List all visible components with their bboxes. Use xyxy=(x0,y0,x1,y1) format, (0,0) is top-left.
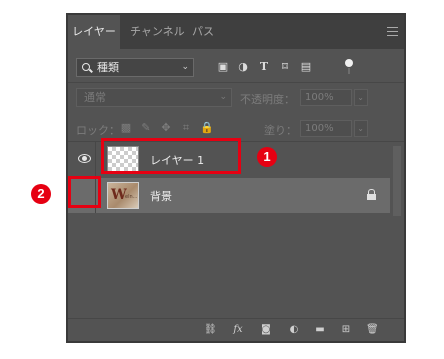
filter-kind-select[interactable]: 種類 ⌄ xyxy=(76,58,194,77)
divider xyxy=(68,82,404,83)
folder-icon[interactable]: ▬ xyxy=(314,324,326,336)
annotation-badge-2: 2 xyxy=(31,184,51,204)
layers-scrollbar[interactable] xyxy=(390,142,404,322)
lock-label: ロック： xyxy=(76,124,120,137)
lock-transparent-icon[interactable]: ▩ xyxy=(120,122,132,134)
pixel-filter-icon[interactable]: ▣ xyxy=(217,61,229,73)
chevron-down-icon: ⌄ xyxy=(219,92,227,102)
layers-bottom-bar: ⛓ fx ◙ ◐ ▬ ⊞ 🗑 xyxy=(68,319,404,341)
eye-icon xyxy=(78,154,91,163)
filter-toggle[interactable] xyxy=(345,59,353,75)
fx-icon[interactable]: fx xyxy=(232,324,244,336)
lock-brush-icon[interactable]: ✎ xyxy=(140,122,152,134)
lock-icon[interactable] xyxy=(367,189,376,200)
visibility-toggle[interactable] xyxy=(68,142,96,177)
scroll-thumb[interactable] xyxy=(393,146,401,216)
highlight-layer-1 xyxy=(101,138,241,174)
smart-object-filter-icon[interactable]: ▤ xyxy=(300,61,312,73)
opacity-dropdown[interactable]: ⌄ xyxy=(354,89,368,106)
layers-panel: レイヤー チャンネル パス 種類 ⌄ ▣ ◑ T ⌑ ▤ 通常 ⌄ 不透明度： … xyxy=(66,13,406,343)
opacity-input[interactable]: 100% xyxy=(300,89,352,106)
chevron-down-icon: ⌄ xyxy=(181,62,189,72)
lock-all-icon[interactable]: 🔒 xyxy=(200,122,214,134)
fill-input[interactable]: 100% xyxy=(300,120,352,137)
hamburger-icon[interactable] xyxy=(387,27,398,36)
tab-paths[interactable]: パス xyxy=(192,15,214,49)
type-filter-icon[interactable]: T xyxy=(258,61,270,73)
blend-mode-select[interactable]: 通常 ⌄ xyxy=(76,88,232,107)
link-icon[interactable]: ⛓ xyxy=(204,324,217,336)
lock-move-icon[interactable]: ✥ xyxy=(160,122,172,134)
panel-tab-bar: レイヤー チャンネル パス xyxy=(68,15,404,49)
layer-name: 背景 xyxy=(150,190,172,203)
fill-dropdown[interactable]: ⌄ xyxy=(354,120,368,137)
tab-channels[interactable]: チャンネル xyxy=(130,15,185,49)
opacity-label: 不透明度： xyxy=(240,93,295,106)
highlight-visibility xyxy=(68,176,101,208)
mask-icon[interactable]: ◙ xyxy=(260,324,272,336)
annotation-badge-1: 1 xyxy=(257,147,277,167)
search-icon xyxy=(82,63,90,71)
blend-mode-value: 通常 xyxy=(84,91,106,104)
chevron-down-icon: ⌄ xyxy=(357,93,364,102)
layer-thumbnail: Weln... xyxy=(107,182,139,209)
trash-icon[interactable]: 🗑 xyxy=(366,324,379,336)
filter-kind-value: 種類 xyxy=(97,61,119,74)
chevron-down-icon: ⌄ xyxy=(357,124,364,133)
adjustment-filter-icon[interactable]: ◑ xyxy=(237,61,249,73)
new-layer-icon[interactable]: ⊞ xyxy=(340,324,352,336)
layer-row-background[interactable]: Weln... 背景 xyxy=(68,178,390,213)
tab-layers[interactable]: レイヤー xyxy=(68,15,120,49)
shape-filter-icon[interactable]: ⌑ xyxy=(279,61,291,73)
lock-artboard-icon[interactable]: ⌗ xyxy=(180,122,192,134)
fill-label: 塗り： xyxy=(264,124,297,137)
adjustment-icon[interactable]: ◐ xyxy=(288,324,300,336)
